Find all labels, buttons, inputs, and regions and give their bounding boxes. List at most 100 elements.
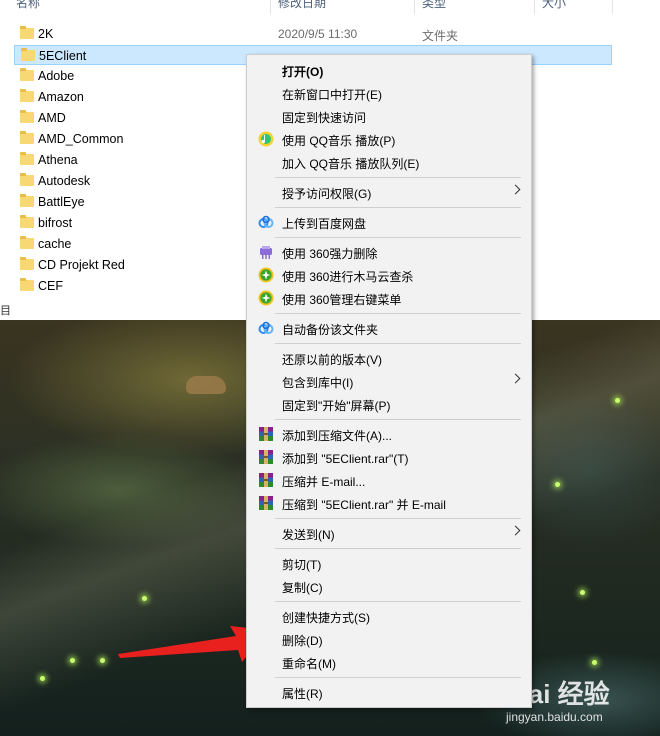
- winrar-icon: [258, 449, 274, 465]
- folder-icon: [20, 89, 34, 102]
- menu-item-17[interactable]: 压缩并 E-mail...: [247, 469, 531, 491]
- menu-separator: [275, 313, 521, 314]
- menu-item-label: 添加到 "5EClient.rar"(T): [282, 452, 409, 466]
- menu-item-label: 使用 360强力删除: [282, 247, 378, 261]
- file-name: CD Projekt Red: [38, 258, 125, 272]
- file-name: AMD_Common: [38, 132, 124, 146]
- folder-icon: [20, 152, 34, 165]
- menu-item-19[interactable]: 发送到(N): [247, 522, 531, 544]
- column-headers: 名称 修改日期 类型 大小: [0, 0, 660, 16]
- menu-item-25[interactable]: 属性(R): [247, 681, 531, 703]
- firefly: [555, 482, 560, 487]
- menu-item-4[interactable]: 使用 QQ音乐 播放(P): [247, 128, 531, 150]
- file-name: 2K: [38, 27, 54, 41]
- menu-item-label: 打开(O): [282, 65, 324, 79]
- firefly: [580, 590, 585, 595]
- menu-item-label: 压缩到 "5EClient.rar" 并 E-mail: [282, 498, 446, 512]
- menu-item-16[interactable]: 添加到 "5EClient.rar"(T): [247, 446, 531, 468]
- menu-item-12[interactable]: 还原以前的版本(V): [247, 347, 531, 369]
- chevron-right-icon: [510, 184, 521, 195]
- menu-item-14[interactable]: 固定到"开始"屏幕(P): [247, 393, 531, 415]
- column-size-header[interactable]: 大小: [542, 0, 566, 16]
- file-name: BattlEye: [38, 195, 85, 209]
- menu-item-label: 复制(C): [282, 581, 323, 595]
- folder-icon: [20, 131, 34, 144]
- menu-item-11[interactable]: 自动备份该文件夹: [247, 317, 531, 339]
- file-row[interactable]: 2K 2020/9/5 11:30 文件夹: [14, 24, 612, 44]
- file-name: Athena: [38, 153, 78, 167]
- folder-icon: [20, 173, 34, 186]
- 360-menu-icon: [258, 290, 274, 306]
- column-type-header[interactable]: 类型: [422, 0, 446, 16]
- menu-item-label: 授予访问权限(G): [282, 187, 372, 201]
- menu-separator: [275, 207, 521, 208]
- menu-item-13[interactable]: 包含到库中(I): [247, 370, 531, 392]
- folder-icon: [21, 48, 35, 61]
- menu-item-label: 重命名(M): [282, 657, 336, 671]
- menu-item-8[interactable]: 使用 360强力删除: [247, 241, 531, 263]
- menu-item-label: 在新窗口中打开(E): [282, 88, 382, 102]
- winrar-icon: [258, 495, 274, 511]
- column-divider[interactable]: [414, 0, 415, 14]
- 360-shred-icon: [258, 244, 274, 260]
- folder-icon: [20, 26, 34, 39]
- chevron-right-icon: [510, 525, 521, 536]
- column-divider[interactable]: [534, 0, 535, 14]
- menu-separator: [275, 601, 521, 602]
- menu-item-label: 加入 QQ音乐 播放队列(E): [282, 157, 420, 171]
- menu-item-label: 固定到快速访问: [282, 111, 367, 125]
- menu-item-3[interactable]: 固定到快速访问: [247, 105, 531, 127]
- cat-figure: [186, 376, 226, 394]
- menu-item-6[interactable]: 授予访问权限(G): [247, 181, 531, 203]
- column-divider[interactable]: [612, 0, 613, 14]
- column-date-header[interactable]: 修改日期: [278, 0, 326, 16]
- menu-separator: [275, 177, 521, 178]
- menu-item-21[interactable]: 复制(C): [247, 575, 531, 597]
- qq-music-icon: [258, 131, 274, 147]
- menu-item-label: 创建快捷方式(S): [282, 611, 370, 625]
- menu-item-20[interactable]: 剪切(T): [247, 552, 531, 574]
- context-menu: 打开(O) 在新窗口中打开(E) 固定到快速访问使用 QQ音乐 播放(P) 加入 QQ…: [246, 54, 532, 708]
- menu-item-1[interactable]: 打开(O): [247, 59, 531, 81]
- folder-icon: [20, 215, 34, 228]
- menu-item-label: 压缩并 E-mail...: [282, 475, 366, 489]
- menu-item-7[interactable]: 上传到百度网盘: [247, 211, 531, 233]
- file-name: Autodesk: [38, 174, 91, 188]
- menu-item-label: 属性(R): [282, 687, 323, 701]
- folder-icon: [20, 68, 34, 81]
- folder-icon: [20, 236, 34, 249]
- chevron-right-icon: [510, 373, 521, 384]
- menu-item-23[interactable]: 删除(D): [247, 628, 531, 650]
- file-date: 2020/9/5 11:30: [278, 27, 358, 41]
- menu-item-label: 自动备份该文件夹: [282, 323, 379, 337]
- file-name: AMD: [38, 111, 66, 125]
- column-name-header[interactable]: 名称: [16, 0, 40, 16]
- firefly: [592, 660, 597, 665]
- menu-separator: [275, 677, 521, 678]
- firefly: [70, 658, 75, 663]
- watermark-url: jingyan.baidu.com: [506, 710, 603, 724]
- file-type: 文件夹: [422, 29, 459, 43]
- menu-item-10[interactable]: 使用 360管理右键菜单: [247, 287, 531, 309]
- menu-item-18[interactable]: 压缩到 "5EClient.rar" 并 E-mail: [247, 492, 531, 514]
- folder-icon: [20, 257, 34, 270]
- menu-item-2[interactable]: 在新窗口中打开(E): [247, 82, 531, 104]
- menu-item-22[interactable]: 创建快捷方式(S): [247, 605, 531, 627]
- winrar-icon: [258, 426, 274, 442]
- file-name: CEF: [38, 279, 63, 293]
- menu-separator: [275, 237, 521, 238]
- column-divider[interactable]: [270, 0, 271, 14]
- menu-item-24[interactable]: 重命名(M): [247, 651, 531, 673]
- file-name: 5EClient: [39, 49, 87, 63]
- menu-item-15[interactable]: 添加到压缩文件(A)...: [247, 423, 531, 445]
- file-name: Adobe: [38, 69, 75, 83]
- firefly: [142, 596, 147, 601]
- menu-item-label: 剪切(T): [282, 558, 322, 572]
- folder-icon: [20, 110, 34, 123]
- menu-item-9[interactable]: 使用 360进行木马云查杀: [247, 264, 531, 286]
- menu-item-5[interactable]: 加入 QQ音乐 播放队列(E): [247, 151, 531, 173]
- menu-item-label: 使用 QQ音乐 播放(P): [282, 134, 396, 148]
- menu-separator: [275, 419, 521, 420]
- menu-item-label: 删除(D): [282, 634, 323, 648]
- menu-item-label: 添加到压缩文件(A)...: [282, 429, 392, 443]
